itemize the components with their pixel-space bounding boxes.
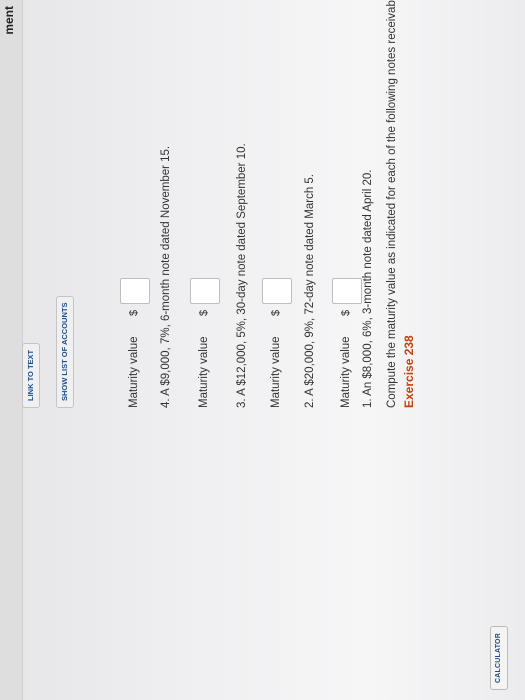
maturity-value-input-2[interactable] xyxy=(262,278,292,304)
calculator-button[interactable]: CALCULATOR xyxy=(490,626,508,690)
show-list-of-accounts-button[interactable]: SHOW LIST OF ACCOUNTS xyxy=(56,295,74,408)
item-1-label: Maturity value xyxy=(340,336,352,408)
item-2-currency: $ xyxy=(270,309,282,316)
page-title: ment xyxy=(2,6,16,35)
item-1-currency: $ xyxy=(340,309,352,316)
maturity-value-input-1[interactable] xyxy=(332,278,362,304)
page-header: ment xyxy=(0,0,23,700)
link-to-text-button[interactable]: LINK TO TEXT xyxy=(22,342,40,408)
item-4-prompt: 4. A $9,000, 7%, 6-month note dated Nove… xyxy=(160,145,172,408)
maturity-value-input-4[interactable] xyxy=(120,278,150,304)
item-4-currency: $ xyxy=(128,309,140,316)
exercise-title: Exercise 238 xyxy=(402,335,416,408)
content-panel: ment CALCULATOR Exercise 238 Compute the… xyxy=(0,0,525,700)
item-2-prompt: 2. A $20,000, 9%, 72-day note dated Marc… xyxy=(304,174,316,408)
item-1-prompt: 1. An $8,000, 6%, 3-month note dated Apr… xyxy=(362,169,374,408)
item-3-prompt: 3. A $12,000, 5%, 30-day note dated Sept… xyxy=(236,143,248,408)
item-2-label: Maturity value xyxy=(270,336,282,408)
item-3-label: Maturity value xyxy=(198,336,210,408)
maturity-value-input-3[interactable] xyxy=(190,278,220,304)
instructions: Compute the maturity value as indicated … xyxy=(386,0,398,408)
item-4-label: Maturity value xyxy=(128,336,140,408)
screen: ment CALCULATOR Exercise 238 Compute the… xyxy=(0,0,525,700)
item-3-currency: $ xyxy=(198,309,210,316)
